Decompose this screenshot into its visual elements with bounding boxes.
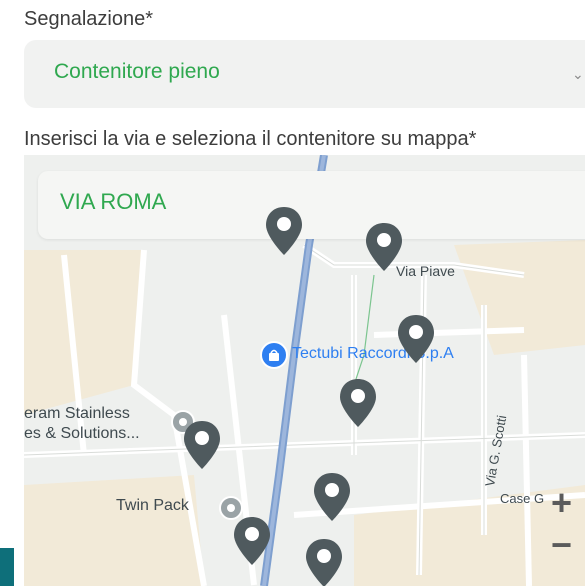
container-pin-icon[interactable] — [312, 471, 352, 523]
street-label-case: Case G — [500, 491, 545, 506]
teal-corner-decoration — [0, 548, 14, 586]
container-pin-icon[interactable] — [396, 313, 436, 365]
street-label: Inserisci la via e seleziona il contenit… — [24, 128, 477, 150]
report-type-value: Contenitore pieno — [54, 60, 220, 83]
container-pin-icon[interactable] — [364, 221, 404, 273]
zoom-out-button[interactable]: − — [551, 527, 572, 563]
zoom-in-button[interactable]: + — [551, 485, 572, 521]
poi-label-stainless-line1: eram Stainless — [24, 405, 130, 422]
street-search-input[interactable] — [60, 189, 560, 215]
street-label-via-piave: Via Piave — [396, 263, 455, 279]
container-pin-icon[interactable] — [182, 419, 222, 471]
poi-label-twin-pack: Twin Pack — [116, 497, 189, 514]
container-pin-icon[interactable] — [338, 377, 378, 429]
report-type-label: Segnalazione* — [24, 8, 153, 30]
map-view[interactable]: Via Piave Tectubi Raccordi S.p.A eram St… — [24, 155, 585, 586]
container-pin-icon[interactable] — [304, 537, 344, 586]
container-pin-icon[interactable] — [232, 515, 272, 567]
poi-label-stainless-line2: es & Solutions... — [24, 425, 140, 442]
chevron-down-icon: ⌄ — [572, 66, 584, 82]
container-pin-icon[interactable] — [264, 205, 304, 257]
street-search-box[interactable] — [38, 171, 585, 239]
report-type-select[interactable]: Contenitore pieno ⌄ — [24, 40, 585, 108]
